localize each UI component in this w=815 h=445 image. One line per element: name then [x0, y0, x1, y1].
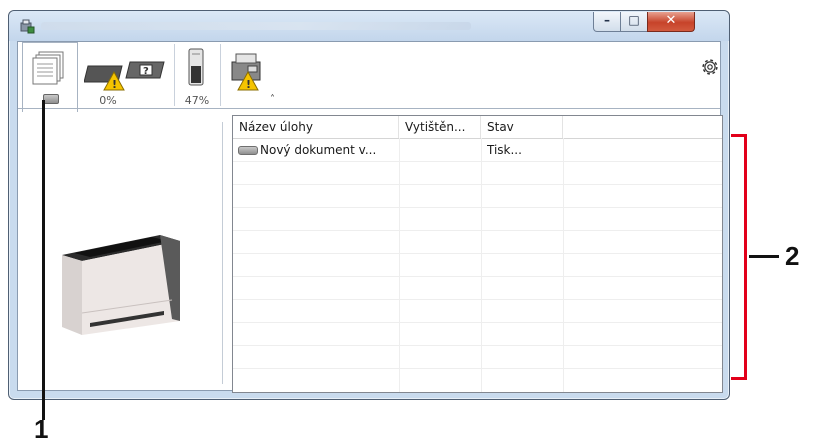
job-list-header: Název úlohy Vytištěn... Stav: [233, 116, 722, 139]
gear-icon[interactable]: [699, 56, 721, 78]
table-row: [233, 162, 722, 185]
callout-2-leader-line: [749, 255, 779, 258]
table-row: [233, 346, 722, 369]
job-printed-cell: [405, 139, 481, 161]
maximize-button[interactable]: □: [620, 12, 648, 32]
toner-level-label: 0%: [99, 94, 117, 107]
tab-device[interactable]: !: [222, 42, 268, 108]
table-row: [233, 185, 722, 208]
column-divider: [563, 138, 564, 392]
toolbar-divider: [18, 108, 720, 109]
tab-divider: [174, 44, 175, 106]
table-row: [233, 300, 722, 323]
table-row[interactable]: Nový dokument v... Tisk...: [233, 139, 722, 162]
device-warning-icon: !: [231, 53, 261, 91]
table-row: [233, 208, 722, 231]
callout-1-label: 1: [34, 414, 49, 444]
svg-text:?: ?: [143, 66, 149, 77]
toner-warning-icon: ? !: [84, 61, 165, 91]
panel-splitter[interactable]: [222, 122, 223, 384]
column-divider: [481, 138, 482, 392]
table-row: [233, 254, 722, 277]
column-header-status[interactable]: Stav: [481, 116, 563, 138]
tab-paper[interactable]: 47%: [176, 42, 218, 108]
callout-2-label: 2: [785, 241, 800, 271]
close-icon: ✕: [665, 13, 677, 28]
job-list: Název úlohy Vytištěn... Stav Nový dokume…: [232, 115, 723, 393]
paper-level-icon: [188, 48, 204, 86]
table-row: [233, 277, 722, 300]
tab-divider: [220, 44, 221, 106]
toolbar-tabs: ? ! 0% 47% ! ˄: [18, 42, 721, 112]
column-divider: [399, 138, 400, 392]
printer-image: [62, 235, 180, 335]
minimize-icon: –: [604, 13, 610, 27]
document-stack-icon: [32, 51, 64, 85]
callout-2-bracket: [731, 134, 747, 380]
column-header-printed[interactable]: Vytištěn...: [399, 116, 481, 138]
svg-text:!: !: [246, 78, 251, 91]
client-area: ? ! 0% 47% ! ˄ Název úlohy Vytištěn... S…: [17, 41, 723, 393]
collapse-toolbar-button[interactable]: ˄: [270, 94, 275, 105]
window-title: [41, 22, 471, 30]
tab-toner[interactable]: ? ! 0%: [82, 42, 172, 108]
svg-text:!: !: [112, 78, 117, 91]
maximize-icon: □: [628, 13, 640, 27]
column-header-job-name[interactable]: Název úlohy: [233, 116, 399, 138]
table-row: [233, 231, 722, 254]
document-icon: [238, 146, 258, 155]
job-status-cell: Tisk...: [487, 143, 522, 157]
close-button[interactable]: ✕: [647, 12, 695, 32]
job-name-cell: Nový dokument v...: [233, 139, 399, 161]
printer-app-icon: [20, 19, 35, 34]
minimize-button[interactable]: –: [593, 12, 621, 32]
status-monitor-window: – □ ✕ ? ! 0% 47% ! ˄ Název úlohy Vytiště…: [8, 10, 730, 400]
job-name-text: Nový dokument v...: [260, 143, 377, 157]
table-row: [233, 323, 722, 346]
tab-jobs[interactable]: [22, 42, 78, 112]
paper-level-label: 47%: [184, 94, 210, 107]
jobs-status-icon: [43, 94, 59, 104]
title-bar[interactable]: – □ ✕: [9, 11, 729, 41]
callout-1-leader-line: [42, 100, 45, 420]
